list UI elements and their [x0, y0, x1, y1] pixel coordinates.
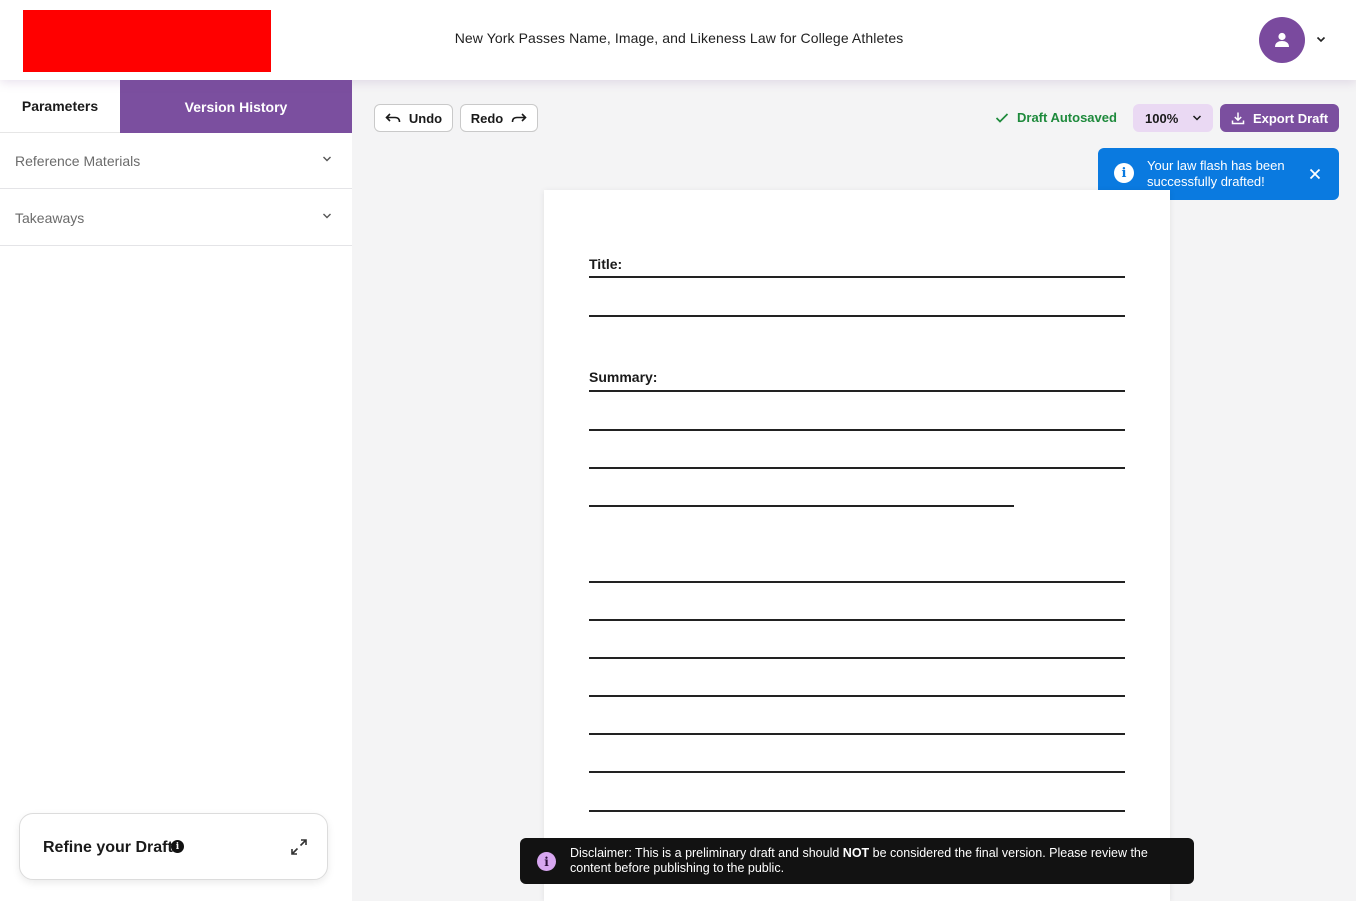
- title-line: [589, 276, 1125, 278]
- title-line: [589, 315, 1125, 317]
- summary-line: [589, 429, 1125, 431]
- chevron-down-icon: [323, 156, 331, 162]
- disclaimer-prefix: Disclaimer: This is a preliminary draft …: [570, 846, 843, 860]
- check-icon: [995, 112, 1009, 123]
- close-icon[interactable]: [1308, 167, 1322, 181]
- info-icon: i: [537, 852, 556, 871]
- chevron-down-icon: [323, 213, 331, 219]
- undo-label: Undo: [408, 110, 443, 126]
- chevron-down-icon: [1193, 115, 1202, 121]
- summary-field-label: Summary:: [589, 369, 658, 385]
- sidebar: Parameters Version History Reference Mat…: [0, 80, 352, 901]
- expand-icon[interactable]: [290, 838, 308, 856]
- title-field-label: Title:: [589, 256, 623, 272]
- tab-parameters[interactable]: Parameters: [0, 80, 120, 133]
- body-line: [589, 771, 1125, 773]
- body-line: [589, 619, 1125, 621]
- body-line: [589, 695, 1125, 697]
- body-line: [589, 657, 1125, 659]
- document-title-text: New York Passes Name, Image, and Likenes…: [454, 30, 904, 46]
- accordion-label: Takeaways: [15, 209, 85, 226]
- zoom-value: 100%: [1145, 110, 1179, 126]
- body-line: [589, 810, 1125, 812]
- accordion-label: Reference Materials: [15, 152, 141, 169]
- disclaimer-emphasis: NOT: [842, 846, 870, 860]
- info-icon[interactable]: i: [171, 840, 184, 853]
- refine-draft-label: Refine your Draft: [43, 839, 173, 856]
- summary-line: [589, 390, 1125, 392]
- redo-label: Redo: [470, 110, 504, 126]
- chevron-down-icon: [1316, 36, 1326, 43]
- tab-version-history[interactable]: Version History: [120, 80, 352, 133]
- user-icon: [1275, 32, 1289, 47]
- summary-line: [589, 505, 1014, 507]
- toast-message: Your law flash has been successfully dra…: [1147, 158, 1285, 189]
- accordion-reference-materials[interactable]: Reference Materials: [0, 133, 352, 189]
- body-line: [589, 733, 1125, 735]
- accordion-takeaways[interactable]: Takeaways: [0, 190, 352, 246]
- disclaimer-banner: i Disclaimer: This is a preliminary draf…: [520, 838, 1194, 884]
- export-draft-button[interactable]: Export Draft: [1220, 104, 1339, 132]
- undo-icon: [385, 113, 401, 123]
- zoom-select[interactable]: 100%: [1133, 104, 1213, 132]
- summary-line: [589, 467, 1125, 469]
- document-title: New York Passes Name, Image, and Likenes…: [0, 30, 1356, 46]
- refine-draft-panel[interactable]: Refine your Draft i: [19, 813, 328, 880]
- download-icon: [1231, 112, 1245, 125]
- draft-page[interactable]: Title: Summary:: [544, 190, 1170, 901]
- disclaimer-text: Disclaimer: This is a preliminary draft …: [570, 846, 1180, 876]
- redo-icon: [511, 113, 527, 123]
- avatar-button[interactable]: [1259, 17, 1305, 63]
- sidebar-tabs: Parameters Version History: [0, 80, 352, 133]
- body-line: [589, 581, 1125, 583]
- export-label: Export Draft: [1252, 110, 1329, 126]
- undo-button[interactable]: Undo: [374, 104, 453, 132]
- autosave-status: Draft Autosaved: [995, 110, 1117, 125]
- account-menu-toggle[interactable]: [1314, 32, 1328, 46]
- top-header: New York Passes Name, Image, and Likenes…: [0, 0, 1356, 80]
- info-icon: i: [1114, 163, 1134, 183]
- autosave-label: Draft Autosaved: [1017, 110, 1117, 125]
- redo-button[interactable]: Redo: [460, 104, 538, 132]
